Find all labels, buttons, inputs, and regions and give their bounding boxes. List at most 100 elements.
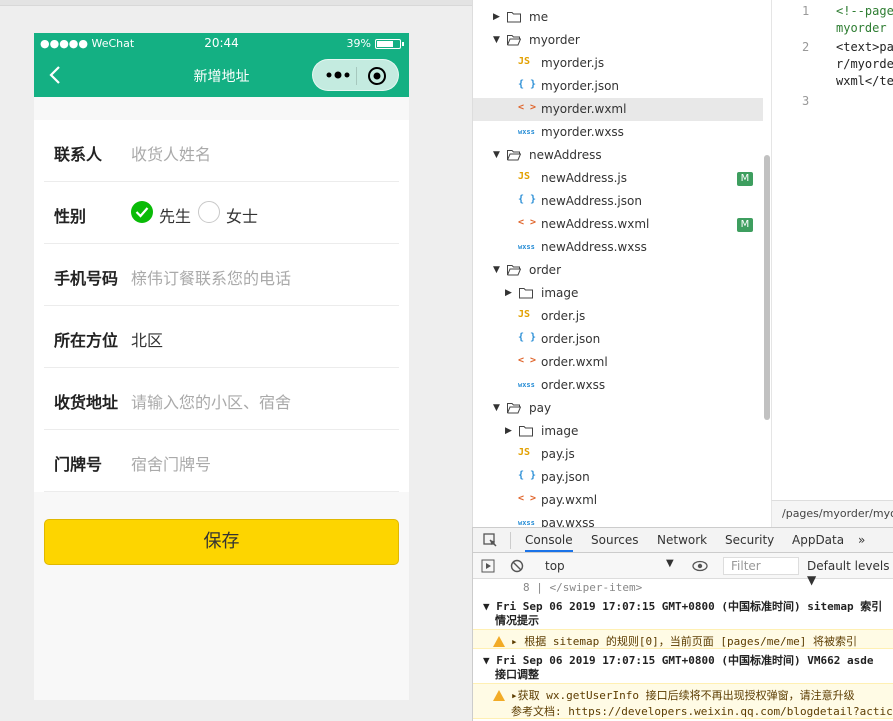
tree-item-label: order.json <box>541 332 601 346</box>
tab-security[interactable]: Security <box>725 533 774 547</box>
tree-file[interactable]: JS pay.js <box>473 443 763 466</box>
door-label: 门牌号 <box>54 455 103 474</box>
phone-screen: ●●●●● WeChat 20:44 39% 新增地址 联系人 收货人姓名 性别… <box>34 33 409 700</box>
tree-folder[interactable]: ▼ newAddress <box>473 144 763 167</box>
tree-file[interactable]: < > order.wxml <box>473 351 763 374</box>
tree-file[interactable]: JS newAddress.js M <box>473 167 763 190</box>
clear-console-icon[interactable] <box>510 559 524 573</box>
caret-down-icon[interactable]: ▼ <box>493 35 500 45</box>
wxss-file-icon: wxss <box>518 243 535 251</box>
tree-file[interactable]: JS myorder.js <box>473 52 763 75</box>
door-input[interactable]: 宿舍门牌号 <box>131 451 211 475</box>
inspect-element-icon[interactable] <box>483 533 498 548</box>
tree-scrollbar[interactable] <box>764 155 770 420</box>
tree-item-label: pay.js <box>541 447 575 461</box>
wxml-file-icon: < > <box>518 493 537 504</box>
warning-icon <box>493 690 505 701</box>
json-file-icon: { } <box>518 332 537 343</box>
context-dropdown-icon[interactable]: ▼ <box>666 558 674 569</box>
line-number: 1 <box>802 4 810 18</box>
gender-label: 性别 <box>54 207 87 226</box>
wxss-file-icon: wxss <box>518 128 535 136</box>
tree-folder[interactable]: ▶ me <box>473 6 763 29</box>
tree-file[interactable]: wxss order.wxss <box>473 374 763 397</box>
tree-folder[interactable]: ▼ myorder <box>473 29 763 52</box>
contact-label: 联系人 <box>54 145 103 164</box>
navigation-bar: 新增地址 <box>34 53 409 97</box>
gender-male-label[interactable]: 先生 <box>159 203 191 227</box>
context-select[interactable]: top <box>545 559 565 573</box>
folder-icon <box>519 426 533 437</box>
tree-item-label: myorder <box>529 33 580 47</box>
tree-folder[interactable]: ▶ image <box>473 420 763 443</box>
json-file-icon: { } <box>518 79 537 90</box>
tree-folder[interactable]: ▼ pay <box>473 397 763 420</box>
caret-down-icon[interactable]: ▼ <box>493 403 500 413</box>
tab-appdata[interactable]: AppData <box>792 533 844 547</box>
tree-item-label: pay <box>529 401 552 415</box>
address-row: 收货地址 请输入您的小区、宿舍 <box>34 368 409 430</box>
code-editor[interactable]: 1 <!--page myorder 2 <text>pa r/myorde w… <box>771 0 893 527</box>
tree-file[interactable]: JS order.js <box>473 305 763 328</box>
tree-item-label: order <box>529 263 561 277</box>
tree-folder[interactable]: ▶ image <box>473 282 763 305</box>
tree-file[interactable]: < > pay.wxml <box>473 489 763 512</box>
tree-file[interactable]: { } newAddress.json <box>473 190 763 213</box>
tree-folder[interactable]: ▼ order <box>473 259 763 282</box>
save-button[interactable]: 保存 <box>44 519 399 565</box>
eye-icon[interactable] <box>692 560 708 572</box>
caret-down-icon[interactable]: ▼ <box>493 150 500 160</box>
more-dots-icon[interactable] <box>325 68 351 82</box>
gender-female-label[interactable]: 女士 <box>226 203 258 227</box>
phone-input[interactable]: 榇伟订餐联系您的电话 <box>131 265 291 289</box>
tree-item-label: image <box>541 286 579 300</box>
folder-open-icon <box>507 403 521 414</box>
tree-file[interactable]: wxss myorder.wxss <box>473 121 763 144</box>
tab-console[interactable]: Console <box>525 533 573 552</box>
wxss-file-icon: wxss <box>518 381 535 389</box>
tab-sources[interactable]: Sources <box>591 533 638 547</box>
contact-input[interactable]: 收货人姓名 <box>131 141 211 165</box>
wxml-file-icon: < > <box>518 217 537 228</box>
sidebar-toggle-icon[interactable] <box>481 559 495 573</box>
tree-item-label: myorder.json <box>541 79 620 93</box>
tree-item-label: pay.wxml <box>541 493 598 507</box>
devtools-panel: Console Sources Network Security AppData… <box>472 527 893 721</box>
console-warning[interactable]: ▸ 根据 sitemap 的规则[0]，当前页面 [pages/me/me] 将… <box>473 629 893 649</box>
console-group-sub: 情况提示 <box>495 614 539 627</box>
tree-item-label: order.wxss <box>541 378 606 392</box>
caret-down-icon[interactable]: ▼ <box>493 265 500 275</box>
status-bar: ●●●●● WeChat 20:44 39% <box>34 33 409 53</box>
console-toolbar: top ▼ Filter Default levels ▼ <box>473 553 893 587</box>
warning-doc-link[interactable]: 参考文档: https://developers.weixin.qq.com/b… <box>473 705 893 718</box>
file-tree: ▶ me ▼ myorder JS myorder.js { } myorder.json < … <box>472 0 771 527</box>
address-input[interactable]: 请输入您的小区、宿舍 <box>131 389 291 413</box>
tree-file[interactable]: wxss pay.wxss <box>473 512 763 527</box>
tab-network[interactable]: Network <box>657 533 707 547</box>
tree-item-label: newAddress <box>529 148 602 162</box>
tree-file[interactable]: { } myorder.json <box>473 75 763 98</box>
capsule-divider <box>356 67 357 85</box>
close-miniprogram-icon[interactable] <box>367 66 387 86</box>
caret-right-icon[interactable]: ▶ <box>505 288 512 298</box>
location-picker[interactable]: 北区 <box>131 327 163 351</box>
capsule-menu <box>312 59 399 91</box>
tree-item-label: image <box>541 424 579 438</box>
tree-file[interactable]: < > newAddress.wxml M <box>473 213 763 236</box>
tree-file[interactable]: { } pay.json <box>473 466 763 489</box>
tree-item-label: me <box>529 10 549 24</box>
tree-file[interactable]: wxss newAddress.wxss <box>473 236 763 259</box>
tree-item-label: myorder.wxml <box>541 102 627 116</box>
console-warning[interactable]: ▸获取 wx.getUserInfo 接口后续将不再出现授权弹窗，请注意升级 参… <box>473 683 893 719</box>
warning-text: ▸ 根据 sitemap 的规则[0]，当前页面 [pages/me/me] 将… <box>511 635 858 648</box>
folder-open-icon <box>507 265 521 276</box>
caret-right-icon[interactable]: ▶ <box>493 12 500 22</box>
tree-file[interactable]: { } order.json <box>473 328 763 351</box>
folder-open-icon <box>507 35 521 46</box>
caret-right-icon[interactable]: ▶ <box>505 426 512 436</box>
more-tabs-icon[interactable]: » <box>858 533 865 547</box>
js-file-icon: JS <box>518 447 531 458</box>
tree-file[interactable]: < > myorder.wxml <box>473 98 763 121</box>
radio-male-checked[interactable] <box>131 201 153 223</box>
radio-female[interactable] <box>198 201 220 223</box>
